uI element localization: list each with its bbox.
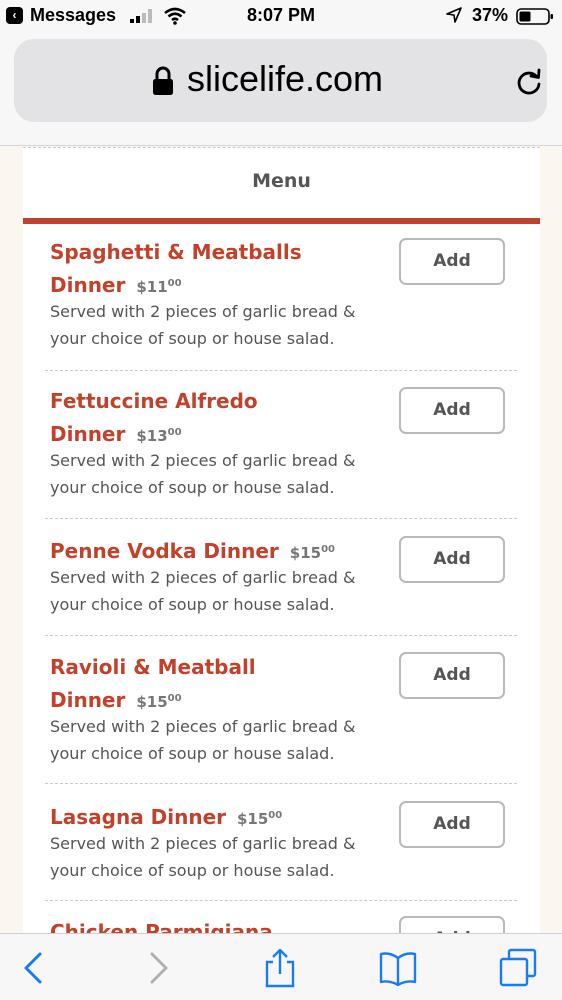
item-divider: [45, 370, 517, 371]
item-name: Chicken Parmigiana: [50, 920, 273, 933]
add-button[interactable]: Add: [399, 387, 505, 434]
item-description: Served with 2 pieces of garlic bread & yo…: [50, 568, 356, 614]
item-price: $1300: [136, 427, 182, 445]
item-price: $1500: [236, 810, 283, 828]
browser-toolbar: [0, 933, 562, 1000]
add-button[interactable]: Add: [399, 536, 505, 583]
menu-heading-rule: [23, 218, 540, 224]
forward-icon[interactable]: [138, 948, 178, 988]
web-page: Menu Spaghetti & Meatballs Dinner $1100 …: [0, 147, 562, 933]
item-name: Spaghetti & Meatballs Dinner $1100: [50, 240, 302, 297]
status-bar: ‹ Messages 8:07 PM 37%: [0, 0, 562, 32]
item-price: $1500: [136, 693, 182, 711]
battery-percentage: 37%: [472, 5, 509, 25]
tabs-icon[interactable]: [498, 948, 538, 988]
item-name: Fettuccine Alfredo Dinner $1300: [50, 389, 258, 446]
add-button[interactable]: Add: [399, 916, 505, 933]
item-price: $1100: [136, 278, 182, 296]
battery-icon: [516, 8, 553, 25]
add-button[interactable]: Add: [399, 652, 505, 699]
item-divider: [45, 518, 517, 519]
item-divider: [45, 783, 517, 784]
item-description: Served with 2 pieces of garlic bread & yo…: [50, 302, 356, 348]
location-arrow-icon: [446, 7, 462, 23]
reload-icon[interactable]: [514, 67, 544, 97]
item-price: $1500: [289, 544, 335, 562]
item-name: Ravioli & Meatball Dinner $1500: [50, 655, 256, 712]
browser-header: slicelife.com: [0, 32, 562, 146]
item-description: Served with 2 pieces of garlic bread & yo…: [50, 834, 356, 880]
address-bar[interactable]: slicelife.com: [14, 39, 547, 122]
item-description: Served with 2 pieces of garlic bread & yo…: [50, 717, 356, 763]
url-text[interactable]: slicelife.com: [187, 58, 383, 100]
menu-card: Menu Spaghetti & Meatballs Dinner $1100 …: [23, 147, 540, 933]
lock-icon: [153, 66, 173, 95]
item-divider: [45, 635, 517, 636]
share-icon[interactable]: [260, 948, 300, 988]
add-button[interactable]: Add: [399, 801, 505, 848]
back-icon[interactable]: [14, 948, 54, 988]
bookmarks-icon[interactable]: [378, 948, 418, 988]
add-button[interactable]: Add: [399, 238, 505, 285]
item-divider: [45, 900, 517, 901]
item-description: Served with 2 pieces of garlic bread & yo…: [50, 451, 356, 497]
menu-heading: Menu: [252, 170, 311, 192]
